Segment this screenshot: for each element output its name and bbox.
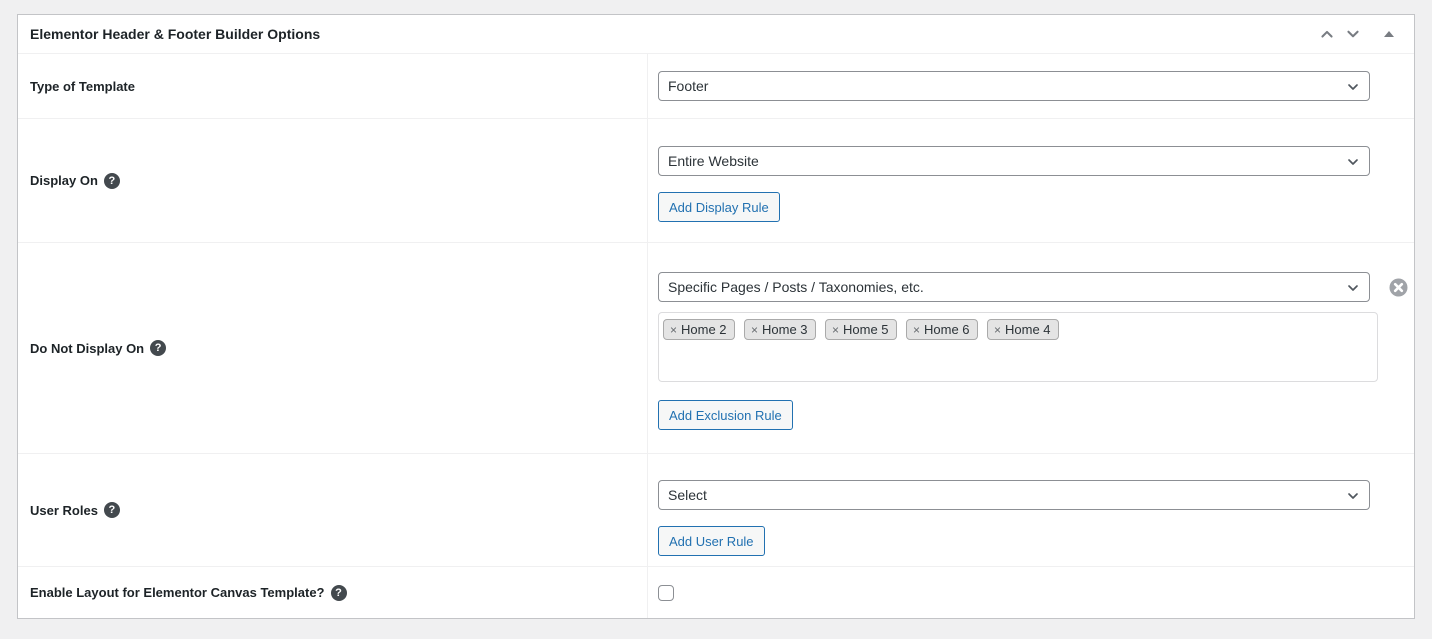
exclusion-select-line: Specific Pages / Posts / Taxonomies, etc… (658, 272, 1408, 302)
label-cell: Enable Layout for Elementor Canvas Templ… (18, 567, 648, 618)
field-cell (648, 567, 1414, 618)
move-up-button[interactable] (1314, 21, 1340, 47)
tag-label: Home 2 (681, 322, 727, 337)
excluded-pages-multiselect[interactable]: × Home 2 × Home 3 × Home 5 × Home 6 × Home 4 (658, 312, 1378, 382)
row-type-of-template: Type of Template Footer (18, 53, 1414, 118)
label-cell: Type of Template (18, 54, 648, 118)
chevron-down-icon (1345, 79, 1361, 98)
metabox-handle-actions (1314, 21, 1402, 47)
label-cell: User Roles ? (18, 454, 648, 566)
chevron-down-icon (1345, 26, 1361, 42)
user-roles-select[interactable]: Select (658, 480, 1370, 510)
field-cell: Footer (648, 54, 1414, 118)
tag-home-6: × Home 6 (906, 319, 978, 340)
toggle-panel-button[interactable] (1376, 21, 1402, 47)
do-not-display-on-label: Do Not Display On (30, 341, 144, 356)
add-display-rule-button[interactable]: Add Display Rule (658, 192, 780, 222)
tag-remove-icon[interactable]: × (751, 324, 758, 336)
user-roles-select-value: Select (668, 487, 707, 503)
add-exclusion-rule-button[interactable]: Add Exclusion Rule (658, 400, 793, 430)
help-icon[interactable]: ? (150, 340, 166, 356)
dismiss-circle-icon (1389, 278, 1408, 297)
display-on-select[interactable]: Entire Website (658, 146, 1370, 176)
field-cell: Entire Website Add Display Rule (648, 119, 1414, 242)
metabox-elementor-hf-options: Elementor Header & Footer Builder Option… (17, 14, 1415, 619)
chevron-down-icon (1345, 280, 1361, 299)
field-cell: Specific Pages / Posts / Taxonomies, etc… (648, 243, 1414, 453)
tag-remove-icon[interactable]: × (832, 324, 839, 336)
tag-home-3: × Home 3 (744, 319, 816, 340)
chevron-down-icon (1345, 488, 1361, 507)
do-not-display-on-select[interactable]: Specific Pages / Posts / Taxonomies, etc… (658, 272, 1370, 302)
template-type-select[interactable]: Footer (658, 71, 1370, 101)
canvas-template-label: Enable Layout for Elementor Canvas Templ… (30, 585, 325, 600)
chevron-up-icon (1319, 26, 1335, 42)
tag-label: Home 3 (762, 322, 808, 337)
tag-label: Home 6 (924, 322, 970, 337)
tag-label: Home 4 (1005, 322, 1051, 337)
canvas-template-checkbox[interactable] (658, 585, 674, 601)
tag-home-4: × Home 4 (987, 319, 1059, 340)
metabox-header: Elementor Header & Footer Builder Option… (18, 15, 1414, 53)
row-do-not-display-on: Do Not Display On ? Specific Pages / Pos… (18, 242, 1414, 453)
chevron-down-icon (1345, 154, 1361, 173)
help-icon[interactable]: ? (104, 173, 120, 189)
tag-home-5: × Home 5 (825, 319, 897, 340)
label-cell: Display On ? (18, 119, 648, 242)
triangle-up-icon (1384, 31, 1394, 37)
display-on-label: Display On (30, 173, 98, 188)
do-not-display-on-select-value: Specific Pages / Posts / Taxonomies, etc… (668, 279, 924, 295)
label-cell: Do Not Display On ? (18, 243, 648, 453)
tag-remove-icon[interactable]: × (994, 324, 1001, 336)
display-on-select-value: Entire Website (668, 153, 759, 169)
metabox-title: Elementor Header & Footer Builder Option… (30, 26, 320, 42)
help-icon[interactable]: ? (104, 502, 120, 518)
tag-label: Home 5 (843, 322, 889, 337)
tag-home-2: × Home 2 (663, 319, 735, 340)
add-user-rule-button[interactable]: Add User Rule (658, 526, 765, 556)
row-user-roles: User Roles ? Select Add User Rule (18, 453, 1414, 566)
remove-rule-button[interactable] (1389, 278, 1408, 297)
type-of-template-label: Type of Template (30, 79, 135, 94)
move-down-button[interactable] (1340, 21, 1366, 47)
field-cell: Select Add User Rule (648, 454, 1414, 566)
tag-remove-icon[interactable]: × (670, 324, 677, 336)
user-roles-label: User Roles (30, 503, 98, 518)
tag-remove-icon[interactable]: × (913, 324, 920, 336)
row-canvas-template: Enable Layout for Elementor Canvas Templ… (18, 566, 1414, 618)
template-type-select-value: Footer (668, 78, 708, 94)
help-icon[interactable]: ? (331, 585, 347, 601)
row-display-on: Display On ? Entire Website Add Display … (18, 118, 1414, 242)
